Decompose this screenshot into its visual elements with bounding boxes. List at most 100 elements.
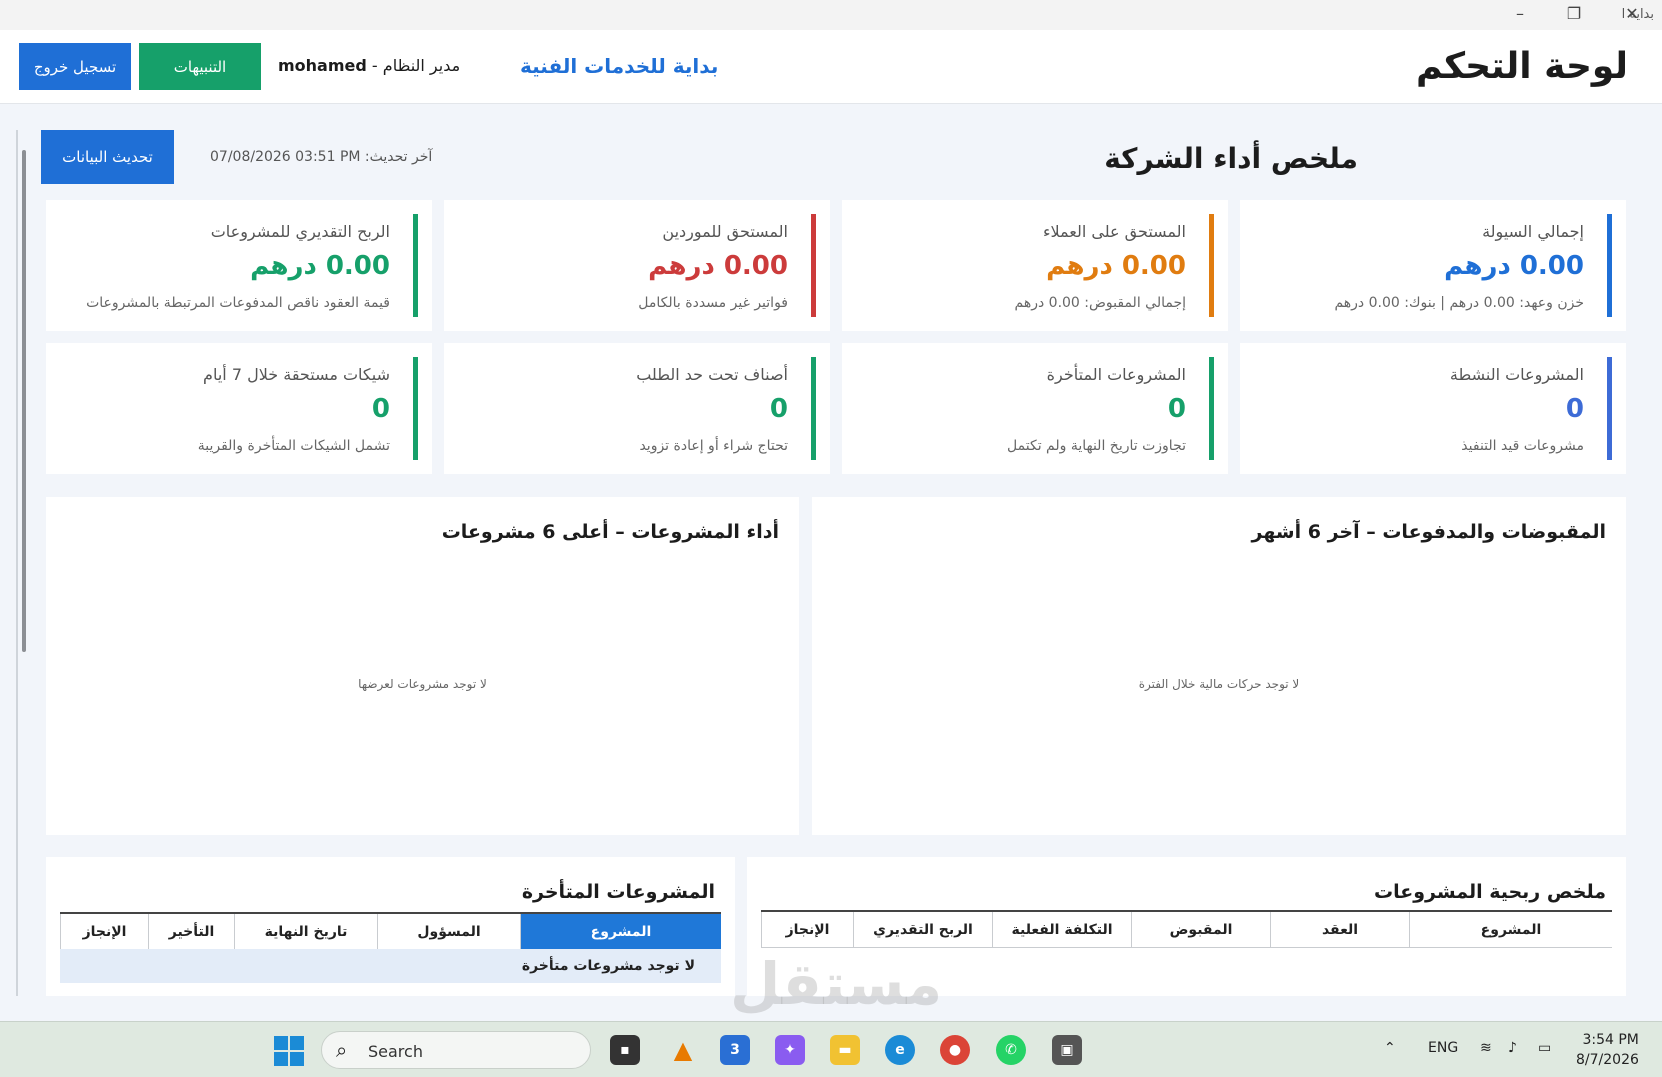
kpi-accent-bar [1607,357,1612,460]
last-update-label: آخر تحديث: [364,149,433,165]
column-header[interactable]: العقد [1270,912,1409,947]
kpi-label: المستحق للموردين [662,222,788,241]
kpi-card-due-cheques: شيكات مستحقة خلال 7 أيام 0 تشمل الشيكات … [46,343,432,474]
chart-empty-message: لا توجد حركات مالية خلال الفترة [1138,677,1300,691]
column-header[interactable]: الربح التقديري [853,912,992,947]
kpi-card-payables: المستحق للموردين 0.00 درهم فواتير غير مس… [444,200,830,331]
battery-icon[interactable]: ▭ [1538,1040,1551,1056]
window-titlebar: بداية ا – ❐ ✕ [0,0,1662,30]
kpi-value: 0.00 درهم [250,251,390,281]
kpi-label: أصناف تحت حد الطلب [636,365,788,384]
user-name: mohamed [278,56,367,75]
column-header[interactable]: تاريخ النهاية [234,914,377,949]
kpi-subtext: فواتير غير مسددة بالكامل [638,295,788,311]
logout-button[interactable]: تسجيل خروج [19,43,131,90]
kpi-label: شيكات مستحقة خلال 7 أيام [203,365,390,384]
kpi-value: 0 [1565,394,1584,424]
company-name: بداية للخدمات الفنية [520,54,719,78]
user-info: مدير النظام - mohamed [278,56,460,75]
column-header[interactable]: المسؤول [377,914,520,949]
chart-title: المقبوضات والمدفوعات – آخر 6 أشهر [1251,521,1606,543]
kpi-card-active-projects: المشروعات النشطة 0 مشروعات قيد التنفيذ [1240,343,1626,474]
kpi-value: 0.00 درهم [648,251,788,281]
windows-start-icon[interactable] [274,1036,304,1066]
column-header[interactable]: المشروع [1409,912,1612,947]
search-label: Search [368,1042,423,1061]
user-role: مدير النظام [382,56,461,75]
clock-date: 8/7/2026 [1576,1052,1639,1068]
late-table-empty-row: لا توجد مشروعات متأخرة [60,949,721,983]
kpi-accent-bar [811,357,816,460]
column-header[interactable]: الإنجاز [60,914,148,949]
kpi-subtext: مشروعات قيد التنفيذ [1461,438,1584,454]
kpi-card-low-stock: أصناف تحت حد الطلب 0 تحتاج شراء أو إعادة… [444,343,830,474]
page-title: لوحة التحكم [1415,46,1628,87]
column-header[interactable]: التكلفة الفعلية [992,912,1131,947]
kpi-value: 0 [769,394,788,424]
kpi-subtext: خزن وعهد: 0.00 درهم | بنوك: 0.00 درهم [1334,295,1584,311]
column-header[interactable]: المقبوض [1131,912,1270,947]
kpi-card-receivables: المستحق على العملاء 0.00 درهم إجمالي الم… [842,200,1228,331]
close-icon[interactable]: ✕ [1612,4,1652,23]
kpi-accent-bar [1209,357,1214,460]
kpi-value: 0.00 درهم [1444,251,1584,281]
kpi-subtext: تجاوزت تاريخ النهاية ولم تكتمل [1007,438,1186,454]
taskbar-search[interactable]: ⌕ Search [321,1031,591,1069]
table-title: ملخص ربحية المشروعات [1374,881,1606,903]
system-clock[interactable]: 3:54 PM 8/7/2026 [1576,1030,1639,1070]
projects-chart-panel: أداء المشروعات – أعلى 6 مشروعات لا توجد … [46,497,799,835]
kpi-label: الربح التقديري للمشروعات [210,222,390,241]
alerts-button[interactable]: التنبيهات [139,43,261,90]
kpi-subtext: تحتاج شراء أو إعادة تزويد [639,438,788,454]
kpi-value: 0 [371,394,390,424]
css-app-icon[interactable]: 3 [720,1035,750,1065]
kpi-label: المشروعات النشطة [1449,365,1584,384]
chevron-up-icon[interactable]: ⌃ [1384,1040,1396,1056]
maximize-icon[interactable]: ❐ [1554,4,1594,23]
kpi-card-estimated-profit: الربح التقديري للمشروعات 0.00 درهم قيمة … [46,200,432,331]
wifi-icon[interactable]: ≋ [1480,1040,1492,1056]
terminal-app-icon[interactable]: ▪ [610,1035,640,1065]
whatsapp-app-icon[interactable]: ✆ [996,1035,1026,1065]
search-icon: ⌕ [336,1038,348,1062]
table-title: المشروعات المتأخرة [521,881,715,903]
chrome-browser-icon[interactable]: ● [940,1035,970,1065]
column-header[interactable]: الإنجاز [761,912,853,947]
kpi-subtext: إجمالي المقبوض: 0.00 درهم [1014,295,1187,311]
kpi-label: المستحق على العملاء [1042,222,1186,241]
cashflow-chart-panel: المقبوضات والمدفوعات – آخر 6 أشهر لا توج… [812,497,1626,835]
refresh-button[interactable]: تحديث البيانات [41,130,174,184]
edge-browser-icon[interactable]: e [885,1035,915,1065]
column-header-selected[interactable]: المشروع [520,914,721,949]
user-separator: - [366,56,383,75]
kpi-accent-bar [413,214,418,317]
watermark-logo: مستقل [730,950,943,1018]
column-header[interactable]: التأخير [148,914,234,949]
kpi-subtext: قيمة العقود ناقص المدفوعات المرتبطة بالم… [86,295,390,311]
kpi-accent-bar [811,214,816,317]
minimize-icon[interactable]: – [1500,4,1540,23]
clock-time: 3:54 PM [1582,1032,1639,1048]
language-indicator[interactable]: ENG [1428,1040,1458,1056]
kpi-subtext: تشمل الشيكات المتأخرة والقريبة [197,438,390,454]
kpi-label: إجمالي السيولة [1482,222,1584,241]
app-header: لوحة التحكم بداية للخدمات الفنية مدير ال… [0,30,1662,104]
kpi-card-liquidity: إجمالي السيولة 0.00 درهم خزن وعهد: 0.00 … [1240,200,1626,331]
kpi-accent-bar [1607,214,1612,317]
kpi-value: 0.00 درهم [1046,251,1186,281]
vlc-app-icon[interactable]: ▲ [668,1035,698,1065]
chart-title: أداء المشروعات – أعلى 6 مشروعات [441,521,779,543]
late-table-header: المشروع المسؤول تاريخ النهاية التأخير ال… [60,912,721,950]
file-explorer-icon[interactable]: ▬ [830,1035,860,1065]
kpi-accent-bar [1209,214,1214,317]
kpi-label: المشروعات المتأخرة [1046,365,1186,384]
copilot-app-icon[interactable]: ✦ [775,1035,805,1065]
app-window-icon[interactable]: ▣ [1052,1035,1082,1065]
profit-table-header: المشروع العقد المقبوض التكلفة الفعلية ال… [761,910,1612,948]
kpi-card-late-projects: المشروعات المتأخرة 0 تجاوزت تاريخ النهاي… [842,343,1228,474]
kpi-accent-bar [413,357,418,460]
vertical-scrollbar[interactable] [22,150,26,652]
last-update-value: 07/08/2026 03:51 PM [210,149,361,165]
last-update: آخر تحديث: 07/08/2026 03:51 PM [210,149,432,165]
volume-icon[interactable]: ♪ [1508,1040,1517,1056]
